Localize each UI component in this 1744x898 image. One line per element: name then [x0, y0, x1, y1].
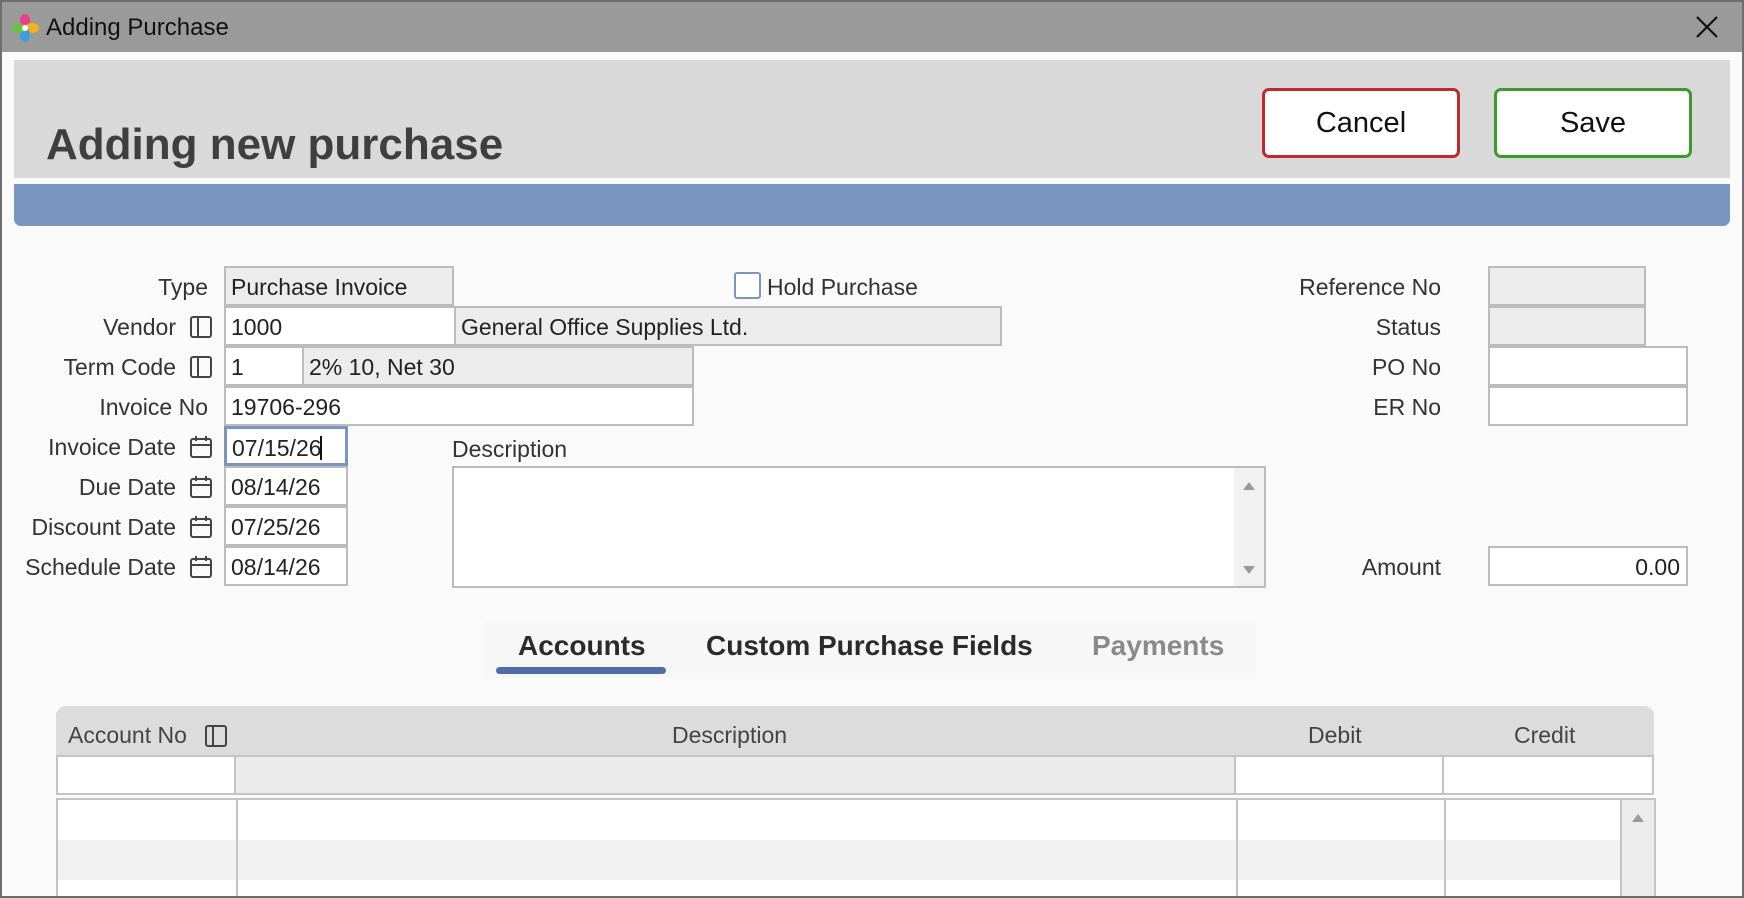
column-divider — [236, 800, 238, 896]
description-label: Description — [452, 436, 568, 462]
window-title: Adding Purchase — [46, 14, 229, 41]
lookup-icon[interactable] — [204, 724, 228, 748]
lookup-icon[interactable] — [189, 355, 213, 379]
purchase-window: Adding Purchase Adding new purchase Canc… — [0, 0, 1744, 898]
term-name-field: 2% 10, Net 30 — [302, 346, 694, 386]
vendor-label: Vendor — [103, 314, 176, 340]
er-no-field[interactable] — [1488, 386, 1688, 426]
calendar-icon[interactable] — [189, 555, 213, 579]
status-label: Status — [1375, 314, 1441, 340]
hold-purchase-checkbox[interactable] — [734, 272, 761, 299]
page-title: Adding new purchase — [46, 120, 504, 169]
invoice-no-field[interactable]: 19706-296 — [224, 386, 694, 426]
lookup-icon[interactable] — [189, 315, 213, 339]
cancel-button[interactable]: Cancel — [1262, 88, 1460, 158]
discount-date-field[interactable]: 07/25/26 — [224, 506, 348, 546]
calendar-icon[interactable] — [189, 475, 213, 499]
term-code-label: Term Code — [63, 354, 176, 380]
schedule-date-label: Schedule Date — [25, 554, 176, 580]
credit-filter[interactable] — [1442, 755, 1654, 795]
title-bar: Adding Purchase — [2, 2, 1742, 52]
po-no-label: PO No — [1371, 354, 1441, 380]
column-divider — [1236, 800, 1238, 896]
type-field[interactable]: Purchase Invoice — [224, 266, 454, 306]
invoice-date-label: Invoice Date — [48, 434, 176, 460]
due-date-label: Due Date — [78, 474, 176, 500]
column-description[interactable]: Description — [672, 722, 787, 749]
scroll-up-icon[interactable] — [1243, 482, 1255, 490]
schedule-date-field[interactable]: 08/14/26 — [224, 546, 348, 586]
grid-scrollbar[interactable] — [1620, 800, 1654, 896]
description-filter — [234, 755, 1236, 795]
app-flower-icon — [11, 14, 39, 42]
invoice-date-field[interactable]: 07/15/26 — [224, 426, 348, 466]
amount-field[interactable]: 0.00 — [1488, 546, 1688, 586]
er-no-label: ER No — [1373, 394, 1441, 420]
header-accent-bar — [14, 184, 1730, 226]
column-debit[interactable]: Debit — [1308, 722, 1362, 749]
calendar-icon[interactable] — [189, 515, 213, 539]
accounts-grid-body[interactable] — [56, 798, 1656, 896]
vendor-code-field[interactable]: 1000 — [224, 306, 456, 346]
close-icon[interactable] — [1692, 12, 1722, 42]
due-date-field[interactable]: 08/14/26 — [224, 466, 348, 506]
table-row[interactable] — [58, 840, 1654, 880]
discount-date-label: Discount Date — [31, 514, 176, 540]
amount-label: Amount — [1361, 554, 1441, 580]
tab-custom-purchase-fields[interactable]: Custom Purchase Fields — [706, 630, 1033, 662]
calendar-icon[interactable] — [189, 435, 213, 459]
type-label: Type — [158, 274, 208, 300]
description-scrollbar[interactable] — [1234, 468, 1264, 586]
account-no-filter[interactable] — [56, 755, 236, 795]
active-tab-indicator — [496, 667, 666, 674]
column-credit[interactable]: Credit — [1514, 722, 1575, 749]
reference-no-label: Reference No — [1299, 274, 1441, 300]
vendor-name-field: General Office Supplies Ltd. — [454, 306, 1002, 346]
tab-payments[interactable]: Payments — [1092, 630, 1224, 662]
text-caret — [319, 436, 322, 460]
reference-no-field — [1488, 266, 1646, 306]
status-field — [1488, 306, 1646, 346]
scroll-down-icon[interactable] — [1243, 566, 1255, 574]
invoice-no-label: Invoice No — [99, 394, 208, 420]
term-code-field[interactable]: 1 — [224, 346, 304, 386]
save-button[interactable]: Save — [1494, 88, 1692, 158]
column-account-no[interactable]: Account No — [68, 722, 187, 749]
column-divider — [1444, 800, 1446, 896]
debit-filter[interactable] — [1234, 755, 1444, 795]
tab-accounts[interactable]: Accounts — [518, 630, 646, 662]
hold-purchase-label: Hold Purchase — [767, 274, 918, 300]
description-textarea[interactable] — [452, 466, 1266, 588]
invoice-date-value: 07/15/26 — [232, 435, 322, 461]
form-header: Adding new purchase — [14, 60, 1730, 178]
scroll-up-icon[interactable] — [1632, 814, 1644, 822]
po-no-field[interactable] — [1488, 346, 1688, 386]
